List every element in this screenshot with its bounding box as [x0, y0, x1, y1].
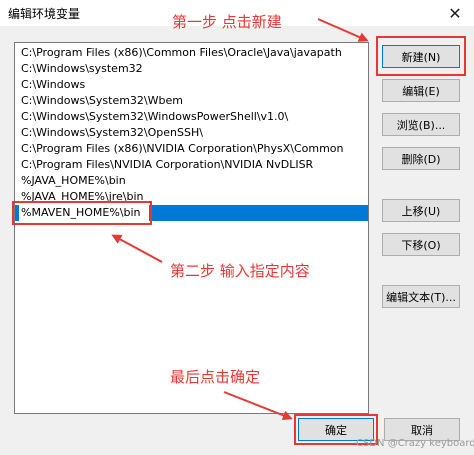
list-item[interactable]: %JAVA_HOME%\bin — [15, 173, 368, 189]
list-item[interactable]: C:\Windows\System32\Wbem — [15, 93, 368, 109]
list-item-selected[interactable] — [15, 205, 368, 221]
path-list[interactable]: C:\Program Files (x86)\Common Files\Orac… — [14, 42, 369, 414]
edit-button[interactable]: 编辑(E) — [382, 79, 460, 102]
list-item[interactable]: C:\Program Files (x86)\Common Files\Orac… — [15, 45, 368, 61]
annotation-step3: 最后点击确定 — [170, 368, 261, 386]
list-item[interactable]: C:\Windows\System32\WindowsPowerShell\v1… — [15, 109, 368, 125]
list-item[interactable]: C:\Program Files\NVIDIA Corporation\NVID… — [15, 157, 368, 173]
window-title: 编辑环境变量 — [8, 7, 81, 21]
list-item[interactable]: C:\Windows\System32\OpenSSH\ — [15, 125, 368, 141]
delete-button[interactable]: 删除(D) — [382, 147, 460, 170]
list-item[interactable]: %JAVA_HOME%\jre\bin — [15, 189, 368, 205]
list-item[interactable]: C:\Program Files (x86)\NVIDIA Corporatio… — [15, 141, 368, 157]
annotation-step1: 第一步 点击新建 — [172, 13, 282, 31]
close-icon[interactable]: ✕ — [436, 0, 474, 26]
browse-button[interactable]: 浏览(B)... — [382, 113, 460, 136]
annotation-step2: 第二步 输入指定内容 — [170, 262, 310, 280]
move-down-button[interactable]: 下移(O) — [382, 233, 460, 256]
watermark: CSDN @Crazy keyboard — [356, 438, 474, 449]
edit-text-button[interactable]: 编辑文本(T)... — [382, 285, 460, 308]
list-item[interactable]: C:\Windows\system32 — [15, 61, 368, 77]
new-button[interactable]: 新建(N) — [382, 45, 460, 68]
path-edit-input[interactable] — [19, 205, 149, 221]
list-item[interactable]: C:\Windows — [15, 77, 368, 93]
move-up-button[interactable]: 上移(U) — [382, 199, 460, 222]
